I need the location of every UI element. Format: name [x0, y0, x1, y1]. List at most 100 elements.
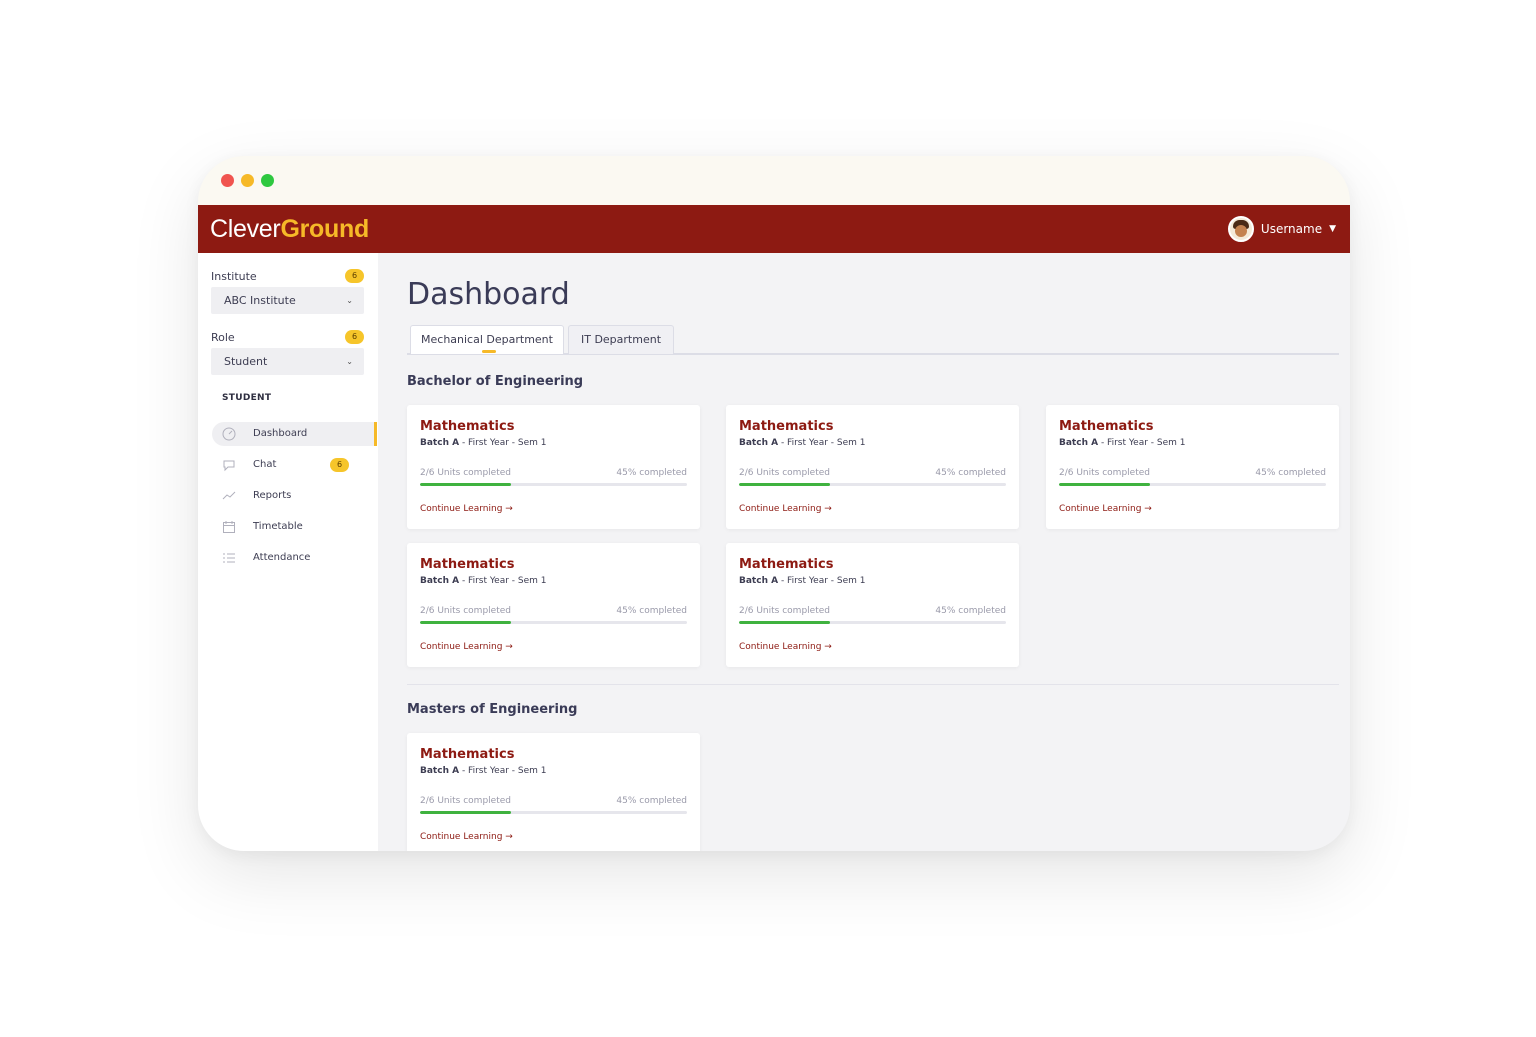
avatar: [1227, 216, 1254, 242]
batch-term: - First Year - Sem 1: [1098, 438, 1186, 448]
sidebar-item-label: Dashboard: [253, 428, 308, 439]
progress-track: [420, 483, 687, 486]
trend-line-icon: [222, 489, 236, 503]
arrow-right-icon: →: [824, 504, 832, 514]
maximize-window-button[interactable]: [261, 174, 274, 187]
continue-learning-link[interactable]: Continue Learning →: [420, 832, 513, 842]
percent-completed: 45% completed: [935, 606, 1006, 616]
main-content: Dashboard Mechanical Department IT Depar…: [378, 253, 1350, 851]
window-titlebar: [198, 156, 1350, 205]
sidebar-item-attendance[interactable]: Attendance: [212, 546, 376, 570]
sidebar-section-title: STUDENT: [222, 393, 272, 403]
continue-learning-link[interactable]: Continue Learning →: [739, 504, 832, 514]
institute-label: Institute: [211, 270, 257, 283]
sidebar-item-label: Timetable: [253, 521, 303, 532]
page-title: Dashboard: [407, 277, 570, 312]
continue-learning-label: Continue Learning: [739, 642, 822, 652]
course-batch: Batch A - First Year - Sem 1: [420, 438, 546, 448]
continue-learning-label: Continue Learning: [420, 832, 503, 842]
chevron-down-icon: ⌄: [346, 357, 353, 366]
close-window-button[interactable]: [221, 174, 234, 187]
sidebar-item-timetable[interactable]: Timetable: [212, 515, 376, 539]
units-completed: 2/6 Units completed: [420, 606, 511, 616]
sidebar-item-label: Chat: [253, 459, 277, 470]
browser-window: CleverGround Username ▼ Institute 6 ABC …: [198, 156, 1350, 851]
percent-completed: 45% completed: [616, 796, 687, 806]
institute-badge: 6: [345, 269, 364, 283]
continue-learning-link[interactable]: Continue Learning →: [1059, 504, 1152, 514]
arrow-right-icon: →: [1144, 504, 1152, 514]
course-card: Mathematics Batch A - First Year - Sem 1…: [726, 543, 1019, 667]
chat-bubble-icon: [222, 458, 236, 472]
batch-name: Batch A: [1059, 438, 1099, 448]
course-title: Mathematics: [739, 419, 834, 434]
progress-track: [420, 621, 687, 624]
continue-learning-label: Continue Learning: [739, 504, 822, 514]
course-title: Mathematics: [739, 557, 834, 572]
course-card: Mathematics Batch A - First Year - Sem 1…: [407, 405, 700, 529]
batch-term: - First Year - Sem 1: [778, 576, 866, 586]
units-completed: 2/6 Units completed: [420, 796, 511, 806]
gauge-icon: [222, 427, 236, 441]
chevron-down-icon: ⌄: [346, 296, 353, 305]
course-card: Mathematics Batch A - First Year - Sem 1…: [1046, 405, 1339, 529]
sidebar: Institute 6 ABC Institute ⌄ Role 6 Stude…: [198, 253, 378, 851]
user-menu[interactable]: Username ▼: [1227, 215, 1336, 243]
role-badge: 6: [345, 330, 364, 344]
app-logo[interactable]: CleverGround: [210, 214, 369, 244]
sidebar-item-label: Attendance: [253, 552, 311, 563]
course-batch: Batch A - First Year - Sem 1: [420, 576, 546, 586]
batch-term: - First Year - Sem 1: [459, 576, 547, 586]
batch-term: - First Year - Sem 1: [459, 766, 547, 776]
course-title: Mathematics: [1059, 419, 1154, 434]
sidebar-item-dashboard[interactable]: Dashboard: [212, 422, 376, 446]
batch-term: - First Year - Sem 1: [459, 438, 547, 448]
continue-learning-link[interactable]: Continue Learning →: [739, 642, 832, 652]
calendar-icon: [222, 520, 236, 534]
sidebar-item-chat[interactable]: Chat 6: [212, 453, 376, 477]
percent-completed: 45% completed: [1255, 468, 1326, 478]
continue-learning-label: Continue Learning: [420, 642, 503, 652]
batch-term: - First Year - Sem 1: [778, 438, 866, 448]
institute-select-value: ABC Institute: [224, 294, 296, 307]
batch-name: Batch A: [739, 576, 779, 586]
arrow-right-icon: →: [505, 504, 513, 514]
progress-fill: [420, 483, 511, 486]
group-title-bachelor: Bachelor of Engineering: [407, 374, 584, 389]
logo-text-ground: Ground: [280, 215, 369, 243]
progress-fill: [420, 621, 511, 624]
units-completed: 2/6 Units completed: [739, 468, 830, 478]
course-card: Mathematics Batch A - First Year - Sem 1…: [407, 543, 700, 667]
tab-mechanical-department[interactable]: Mechanical Department: [410, 325, 564, 354]
section-divider: [407, 684, 1339, 685]
course-batch: Batch A - First Year - Sem 1: [739, 438, 865, 448]
units-completed: 2/6 Units completed: [739, 606, 830, 616]
units-completed: 2/6 Units completed: [1059, 468, 1150, 478]
arrow-right-icon: →: [505, 642, 513, 652]
active-item-indicator: [374, 422, 377, 446]
list-icon: [222, 551, 236, 565]
progress-track: [739, 621, 1006, 624]
continue-learning-label: Continue Learning: [420, 504, 503, 514]
arrow-right-icon: →: [505, 832, 513, 842]
institute-select[interactable]: ABC Institute ⌄: [211, 287, 364, 314]
batch-name: Batch A: [420, 576, 460, 586]
caret-down-icon: ▼: [1329, 224, 1336, 234]
role-select[interactable]: Student ⌄: [211, 348, 364, 375]
progress-fill: [420, 811, 511, 814]
progress-fill: [739, 621, 830, 624]
continue-learning-link[interactable]: Continue Learning →: [420, 504, 513, 514]
group-title-masters: Masters of Engineering: [407, 702, 578, 717]
tab-it-department[interactable]: IT Department: [568, 325, 674, 354]
course-batch: Batch A - First Year - Sem 1: [1059, 438, 1185, 448]
app-header: CleverGround Username ▼: [198, 205, 1350, 253]
progress-fill: [739, 483, 830, 486]
percent-completed: 45% completed: [616, 468, 687, 478]
continue-learning-link[interactable]: Continue Learning →: [420, 642, 513, 652]
progress-fill: [1059, 483, 1150, 486]
sidebar-item-reports[interactable]: Reports: [212, 484, 376, 508]
minimize-window-button[interactable]: [241, 174, 254, 187]
course-card: Mathematics Batch A - First Year - Sem 1…: [407, 733, 700, 851]
username-label: Username: [1260, 222, 1323, 236]
batch-name: Batch A: [739, 438, 779, 448]
